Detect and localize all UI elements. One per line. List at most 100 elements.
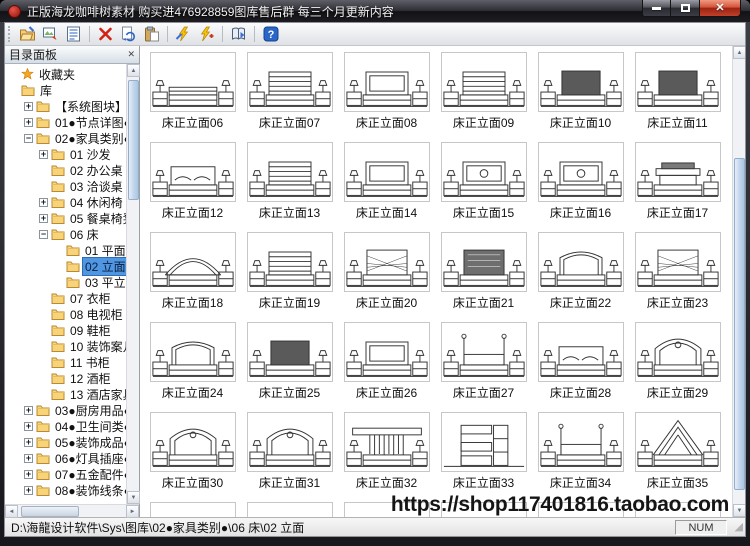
expand-icon[interactable]: + [39,213,48,223]
bed-elevation-drawing[interactable] [634,52,721,112]
thumbnail-item[interactable]: 床正立面08 [338,52,435,142]
list-view-icon[interactable] [63,25,84,44]
open-folder-icon[interactable] [17,25,38,44]
tree-scroll-thumb[interactable] [128,80,139,200]
thumbnail-item[interactable]: 床正立面11 [629,52,726,142]
thumbnail-item[interactable]: 床正立面27 [435,322,532,412]
bed-elevation-drawing[interactable] [246,412,333,472]
tree-item[interactable]: + 【系统图块】 [5,98,126,114]
tree-item[interactable]: − 06 床 [5,226,126,242]
bed-elevation-drawing[interactable] [343,52,430,112]
delete-icon[interactable] [95,25,116,44]
thumbnail-item[interactable]: 床正立面34 [532,412,629,502]
bed-elevation-drawing[interactable] [149,412,236,472]
tree-item[interactable]: 10 装饰案几 [5,338,126,354]
tree-item[interactable]: 13 酒店家具 [5,386,126,402]
bed-elevation-drawing[interactable] [537,142,624,202]
thumbnail-item[interactable]: 床正立面12 [144,142,241,232]
tree-item[interactable]: +05 餐桌椅凳 [5,210,126,226]
expand-icon[interactable]: + [24,453,33,463]
tree-item[interactable]: 收藏夹 [5,66,126,82]
bed-elevation-drawing[interactable] [537,322,624,382]
grid-scroll-thumb[interactable] [734,158,745,490]
expand-icon[interactable]: + [39,197,48,207]
scroll-right-icon[interactable]: ► [126,505,139,518]
tree-item[interactable]: 12 酒柜 [5,370,126,386]
edit-lightning-icon[interactable] [173,25,194,44]
bed-elevation-drawing[interactable] [343,142,430,202]
bed-elevation-drawing[interactable] [149,142,236,202]
thumbnail-item[interactable]: 床正立面18 [144,232,241,322]
scroll-up-icon[interactable]: ▲ [733,46,745,59]
thumbnail-item[interactable]: 床正立面14 [338,142,435,232]
scroll-left-icon[interactable]: ◄ [5,505,18,518]
bed-elevation-drawing[interactable] [440,232,527,292]
tree-item[interactable]: +03●厨房用品● [5,402,126,418]
bed-elevation-drawing[interactable] [440,52,527,112]
thumbnail-item[interactable]: 床正立面31 [241,412,338,502]
scroll-down-icon[interactable]: ▼ [127,491,140,504]
tree-item[interactable]: +04●卫生间类● [5,418,126,434]
tree-item[interactable]: − 02●家具类别● [5,130,126,146]
preview-image-icon[interactable] [40,25,61,44]
tree-hscroll-thumb[interactable] [21,506,79,517]
bed-elevation-drawing[interactable] [634,412,721,472]
tree-vertical-scrollbar[interactable]: ▲ ▼ [126,64,140,504]
tree-item[interactable]: 02 立面 [5,256,126,276]
bed-elevation-drawing[interactable] [246,232,333,292]
help-icon[interactable]: ? [260,25,281,44]
tree-item[interactable]: +05●装饰成品● [5,434,126,450]
insert-lightning-icon[interactable] [196,25,217,44]
thumbnail-item[interactable]: 床正立面20 [338,232,435,322]
bed-elevation-drawing[interactable] [149,502,236,517]
tree-item[interactable]: 03 洽谈桌 [5,178,126,194]
bed-elevation-drawing[interactable] [440,322,527,382]
scroll-up-icon[interactable]: ▲ [127,64,140,77]
collapse-icon[interactable]: − [24,133,33,143]
bed-elevation-drawing[interactable] [246,142,333,202]
tree-item[interactable]: +01 沙发 [5,146,126,162]
thumbnail-item[interactable]: 床正立面07 [241,52,338,142]
tree-item[interactable]: +01●节点详图● [5,114,126,130]
thumbnail-item-partial[interactable] [144,502,241,517]
thumbnail-item[interactable]: 床正立面29 [629,322,726,412]
bed-elevation-drawing[interactable] [149,322,236,382]
thumbnail-item[interactable]: 床正立面22 [532,232,629,322]
expand-icon[interactable]: + [24,117,33,127]
scroll-down-icon[interactable]: ▼ [733,504,745,517]
tree-item[interactable]: +04 休闲椅 [5,194,126,210]
tree-item[interactable]: 11 书柜 [5,354,126,370]
bed-elevation-drawing[interactable] [537,412,624,472]
bed-elevation-drawing[interactable] [440,412,527,472]
tree-item[interactable]: +07●五金配件● [5,466,126,482]
tree-horizontal-scrollbar[interactable]: ◄ ► [5,504,139,518]
panel-close-icon[interactable]: ✕ [127,50,135,59]
thumbnail-item[interactable]: 床正立面32 [338,412,435,502]
grid-vertical-scrollbar[interactable]: ▲ ▼ [732,46,745,517]
bed-elevation-drawing[interactable] [343,412,430,472]
thumbnail-item[interactable]: 床正立面10 [532,52,629,142]
thumbnail-item[interactable]: 床正立面19 [241,232,338,322]
close-button[interactable]: ✕ [699,0,741,17]
minimize-button[interactable] [642,0,671,17]
bed-elevation-drawing[interactable] [537,232,624,292]
expand-icon[interactable]: + [24,437,33,447]
thumbnail-item[interactable]: 床正立面33 [435,412,532,502]
tree-item[interactable]: 07 衣柜 [5,290,126,306]
thumbnail-item[interactable]: 床正立面17 [629,142,726,232]
bed-elevation-drawing[interactable] [343,322,430,382]
thumbnail-item[interactable]: 床正立面26 [338,322,435,412]
thumbnail-item[interactable]: 床正立面16 [532,142,629,232]
expand-icon[interactable]: + [24,101,33,111]
expand-icon[interactable]: + [24,469,33,479]
thumbnail-item[interactable]: 床正立面13 [241,142,338,232]
bed-elevation-drawing[interactable] [343,232,430,292]
thumbnail-item[interactable]: 床正立面15 [435,142,532,232]
thumbnail-item[interactable]: 床正立面24 [144,322,241,412]
tree-item[interactable]: 01 平面 [5,242,126,258]
tree-item[interactable]: +06●灯具插座● [5,450,126,466]
thumbnail-item[interactable]: 床正立面06 [144,52,241,142]
toolbar-grip[interactable] [8,26,11,42]
thumbnail-item[interactable]: 床正立面28 [532,322,629,412]
maximize-button[interactable] [671,0,699,17]
